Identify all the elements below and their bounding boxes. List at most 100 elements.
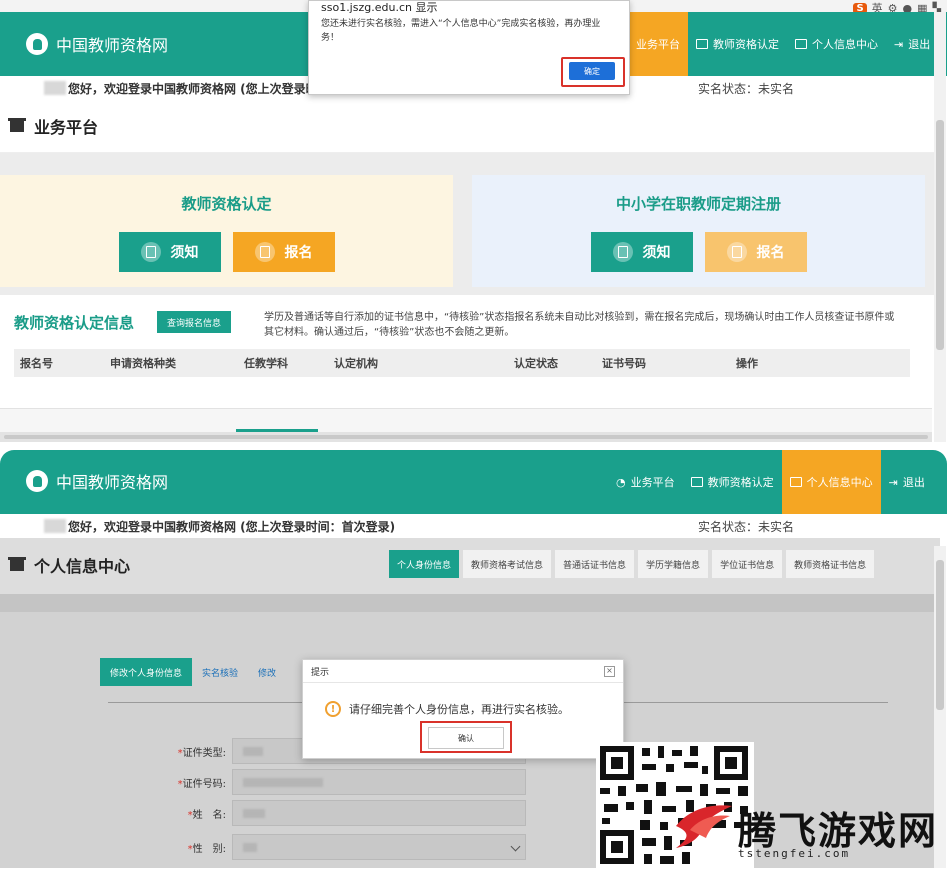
card-teacher-cert: 教师资格认定 须知 报名 bbox=[0, 175, 453, 287]
nav-personal-center[interactable]: 个人信息中心 bbox=[781, 450, 881, 514]
tab-identity-info[interactable]: 个人身份信息 bbox=[389, 550, 460, 578]
vertical-scroll-thumb[interactable] bbox=[936, 560, 944, 710]
col-header: 报名号 bbox=[20, 357, 53, 370]
form-row-id-number: *证件号码: bbox=[166, 769, 526, 795]
person-logo-icon bbox=[26, 470, 48, 492]
vertical-scroll-thumb[interactable] bbox=[936, 120, 944, 350]
alert-message: 您还未进行实名核验，需进入“个人信息中心”完成实名核验，再办理业务！ bbox=[321, 19, 601, 43]
alert-title: sso1.jszg.edu.cn 显示 bbox=[321, 1, 438, 14]
confirm-button[interactable]: 确认 bbox=[428, 727, 504, 749]
welcome-bar: 您好，欢迎登录中国教师资格网 (您上次登录时间：首次登录) 实名状态：未实名 bbox=[0, 514, 940, 538]
query-signup-button[interactable]: 查询报名信息 bbox=[157, 311, 232, 333]
screenshot-divider bbox=[0, 442, 947, 450]
nav-business-platform[interactable]: 业务平台 bbox=[628, 12, 688, 76]
site-logo[interactable]: 中国教师资格网 bbox=[26, 469, 168, 493]
page-title-text: 业务平台 bbox=[34, 118, 99, 137]
blurred-value bbox=[243, 778, 323, 787]
col-header: 操作 bbox=[736, 357, 758, 370]
id-number-field[interactable] bbox=[232, 769, 526, 795]
subtab-edit-other[interactable]: 修改 bbox=[248, 658, 286, 686]
nav-label: 业务平台 bbox=[636, 38, 680, 51]
notice-button[interactable]: 须知 bbox=[118, 232, 221, 272]
signup-button[interactable]: 报名 bbox=[704, 232, 807, 272]
field-label: *证件类型: bbox=[177, 747, 226, 759]
button-label: 须知 bbox=[642, 245, 671, 261]
tab-mandarin-cert[interactable]: 普通话证书信息 bbox=[555, 550, 635, 578]
welcome-text: 您好，欢迎登录中国教师资格网 (您上次登录时间：首次登录) bbox=[68, 519, 396, 534]
page-title: 个人信息中心 bbox=[8, 553, 130, 577]
cert-info-section: 教师资格认定信息 查询报名信息 学历及普通话等自行添加的证书信息中，“待核验”状… bbox=[0, 295, 940, 407]
blurred-value bbox=[243, 747, 263, 756]
card-teacher-register: 中小学在职教师定期注册 须知 报名 bbox=[472, 175, 925, 287]
nav-personal-center[interactable]: 个人信息中心 bbox=[787, 12, 886, 76]
alert-ok-button[interactable]: 确定 bbox=[569, 62, 615, 80]
site-header: 中国教师资格网 ◔ 业务平台 教师资格认定 个人信息中心 ⇥ 退出 bbox=[0, 450, 947, 514]
notice-button[interactable]: 须知 bbox=[590, 232, 693, 272]
person-logo-icon bbox=[26, 33, 48, 55]
info-tabs: 个人身份信息 教师资格考试信息 普通话证书信息 学历学籍信息 学位证书信息 教师… bbox=[389, 550, 875, 578]
cert-table-header: 报名号 申请资格种类 任教学科 认定机构 认定状态 证书号码 操作 bbox=[14, 349, 910, 377]
content-divider bbox=[0, 594, 940, 612]
form-row-gender: *性 别: bbox=[166, 834, 526, 860]
card-title: 教师资格认定 bbox=[181, 195, 272, 213]
tab-exam-info[interactable]: 教师资格考试信息 bbox=[463, 550, 552, 578]
blurred-value bbox=[243, 809, 265, 818]
nav-label: 业务平台 bbox=[630, 476, 675, 489]
gender-select[interactable] bbox=[232, 834, 526, 860]
archive-icon bbox=[8, 117, 26, 132]
cert-info-note: 学历及普通话等自行添加的证书信息中，“待核验”状态指报名系统未自动比对核验到，需… bbox=[264, 312, 895, 338]
monitor-icon bbox=[690, 477, 703, 487]
site-name: 中国教师资格网 bbox=[56, 36, 169, 55]
tab-teacher-cert[interactable]: 教师资格证书信息 bbox=[786, 550, 875, 578]
site-logo[interactable]: 中国教师资格网 bbox=[26, 32, 168, 56]
close-icon[interactable]: × bbox=[604, 665, 615, 677]
warning-icon: ! bbox=[325, 701, 341, 717]
field-label: *性 别: bbox=[187, 843, 226, 855]
button-label: 须知 bbox=[170, 245, 199, 261]
tip-dialog: 提示 × ! 请仔细完善个人身份信息，再进行实名核验。 确认 bbox=[302, 659, 624, 759]
realname-status: 实名状态：未实名 bbox=[697, 519, 794, 534]
platform-section-header: 业务平台 bbox=[0, 100, 940, 153]
col-header: 证书号码 bbox=[602, 357, 646, 370]
horizontal-scroll-thumb[interactable] bbox=[4, 435, 928, 439]
browser-alert-dialog: sso1.jszg.edu.cn 显示 您还未进行实名核验，需进入“个人信息中心… bbox=[308, 0, 630, 95]
cert-info-title: 教师资格认定信息 bbox=[14, 314, 135, 332]
nav-label: 教师资格认定 bbox=[707, 476, 774, 489]
blurred-value bbox=[243, 843, 257, 852]
col-header: 任教学科 bbox=[244, 357, 288, 370]
form-row-name: *姓 名: bbox=[166, 800, 526, 826]
watermark-logo-icon bbox=[676, 805, 732, 848]
subtab-realname-verify[interactable]: 实名核验 bbox=[192, 658, 248, 686]
nav-teacher-cert[interactable]: 教师资格认定 bbox=[683, 450, 782, 514]
button-label: 报名 bbox=[284, 245, 313, 261]
form-subtabs: 修改个人身份信息 实名核验 修改 bbox=[100, 658, 286, 686]
personal-center-header: 个人信息中心 个人身份信息 教师资格考试信息 普通话证书信息 学历学籍信息 学位… bbox=[0, 538, 940, 594]
monitor-icon bbox=[789, 477, 802, 487]
nav-logout[interactable]: ⇥ 退出 bbox=[886, 12, 938, 76]
nav-label: 教师资格认定 bbox=[713, 38, 779, 51]
welcome-text: 您好，欢迎登录中国教师资格网 (您上次登录时 bbox=[68, 81, 318, 96]
tab-education-info[interactable]: 学历学籍信息 bbox=[638, 550, 709, 578]
signup-button[interactable]: 报名 bbox=[232, 232, 335, 272]
chevron-down-icon bbox=[510, 841, 521, 852]
nav-label: 个人信息中心 bbox=[812, 38, 878, 51]
name-field[interactable] bbox=[232, 800, 526, 826]
monitor-icon bbox=[795, 39, 807, 49]
page-title: 业务平台 bbox=[8, 114, 99, 138]
realname-status: 实名状态：未实名 bbox=[697, 81, 794, 96]
nav-teacher-cert[interactable]: 教师资格认定 bbox=[688, 12, 787, 76]
top-nav: 业务平台 教师资格认定 个人信息中心 ⇥ 退出 bbox=[628, 12, 938, 76]
nav-label: 个人信息中心 bbox=[806, 476, 873, 489]
blurred-username bbox=[44, 519, 66, 533]
tab-degree-cert[interactable]: 学位证书信息 bbox=[712, 550, 783, 578]
site-name: 中国教师资格网 bbox=[56, 473, 169, 492]
col-header: 申请资格种类 bbox=[110, 357, 176, 370]
subtab-edit-identity[interactable]: 修改个人身份信息 bbox=[100, 658, 193, 686]
archive-icon bbox=[8, 556, 26, 571]
nav-business-platform[interactable]: ◔ 业务平台 bbox=[608, 450, 683, 514]
monitor-icon bbox=[696, 39, 708, 49]
next-section-peek bbox=[0, 408, 932, 433]
nav-logout[interactable]: ⇥ 退出 bbox=[881, 450, 933, 514]
card-title: 中小学在职教师定期注册 bbox=[615, 195, 781, 213]
dialog-header: 提示 × bbox=[303, 660, 623, 683]
